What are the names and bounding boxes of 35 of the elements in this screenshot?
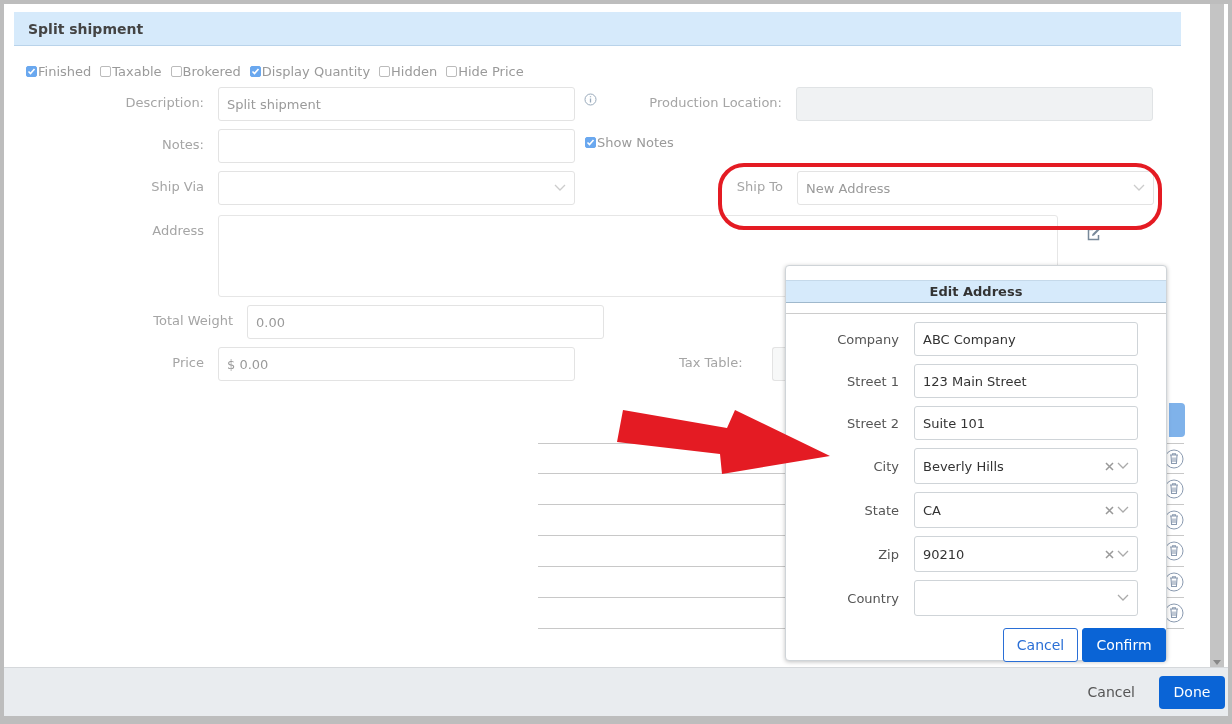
checkbox-label: Display Quantity [261, 63, 371, 79]
field-label: Production Location: [648, 94, 782, 110]
field-label: Notes: [161, 136, 204, 152]
checkbox-label: Show Notes [597, 135, 674, 150]
cancel-button[interactable]: Cancel [1003, 628, 1078, 662]
done-button[interactable]: Done [1159, 675, 1225, 709]
checkbox-label: Finished [38, 63, 92, 79]
select-field[interactable]: CA [914, 492, 1138, 528]
field-label: Tax Table: [679, 354, 743, 370]
confirm-button[interactable]: Confirm [1082, 628, 1166, 662]
checkbox-label: Taxable [112, 63, 162, 79]
field-label: City [872, 458, 899, 474]
field-label: Street 1 [846, 373, 899, 389]
select-field[interactable]: 90210 [914, 536, 1138, 572]
checkbox-label: Hide Price [458, 63, 524, 79]
checkbox-label: Hidden [391, 63, 438, 79]
field-label: State [863, 502, 899, 518]
popup-title: Edit Address [786, 280, 1166, 303]
input-field[interactable]: Suite 101 [914, 406, 1138, 440]
field-label: Company [836, 331, 899, 347]
field-label: Ship To [735, 178, 783, 194]
input-field[interactable]: ABC Company [914, 322, 1138, 356]
select-field[interactable]: Beverly Hills [914, 448, 1138, 484]
cancel-button[interactable]: Cancel [1087, 684, 1135, 700]
input-field[interactable]: 123 Main Street [914, 364, 1138, 398]
field-label: Zip [877, 546, 899, 562]
field-label: Street 2 [846, 415, 899, 431]
field-label: Ship Via [150, 178, 204, 194]
checkbox-label: Brokered [182, 63, 241, 79]
field-label: Price [171, 354, 204, 370]
field-label: Country [846, 590, 899, 606]
field-label: Total Weight [152, 312, 233, 328]
field-label: Description: [124, 94, 204, 110]
dialog-title: Split shipment [28, 20, 144, 37]
field-label: Address [151, 222, 204, 238]
